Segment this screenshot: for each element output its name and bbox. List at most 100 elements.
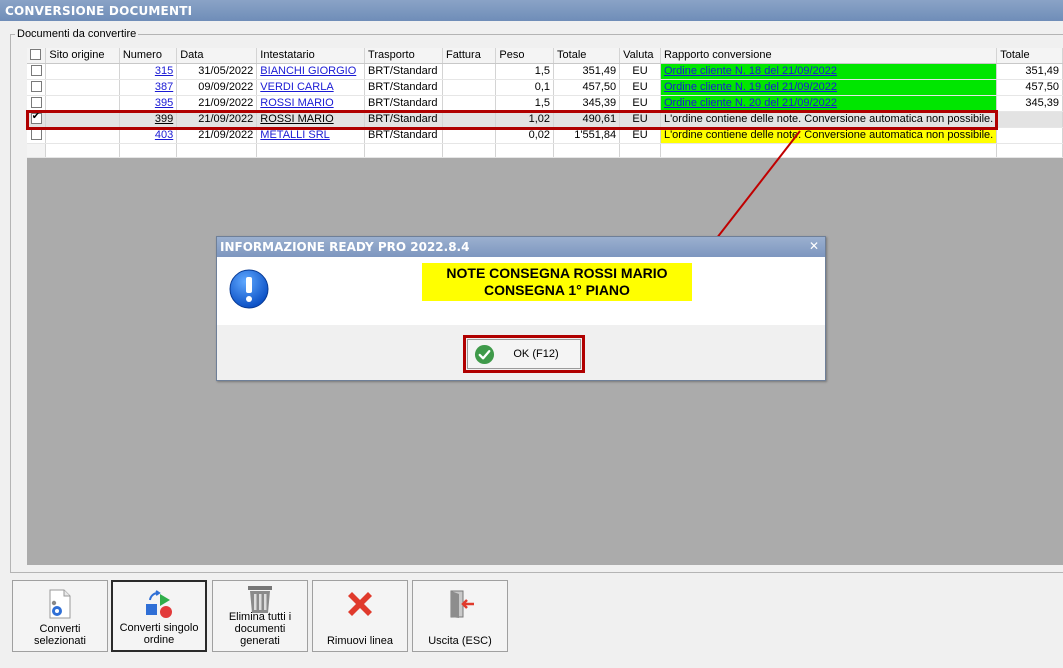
cell-rapporto[interactable]: Ordine cliente N. 20 del 21/09/2022	[660, 95, 998, 112]
empty-row-cell	[660, 143, 998, 158]
header-valuta[interactable]: Valuta	[619, 48, 661, 64]
cell-sito	[45, 79, 120, 96]
empty-row-cell	[364, 143, 443, 158]
intestatario-link[interactable]: VERDI CARLA	[260, 81, 333, 93]
intestatario-link[interactable]: ROSSI MARIO	[260, 97, 333, 109]
uscita-button[interactable]: Uscita (ESC)	[412, 580, 508, 652]
cell-trasporto: BRT/Standard	[364, 63, 443, 80]
header-data[interactable]: Data	[176, 48, 258, 64]
elimina-tutti-button[interactable]: Elimina tutti i documenti generati	[212, 580, 308, 652]
row-checkbox-cell[interactable]	[27, 79, 47, 96]
empty-row-cell	[119, 143, 178, 158]
row-checkbox[interactable]	[30, 129, 42, 140]
exit-door-icon	[450, 590, 474, 618]
cell-rapporto[interactable]: Ordine cliente N. 18 del 21/09/2022	[660, 63, 998, 80]
cell-data: 09/09/2022	[176, 79, 258, 96]
row-checkbox[interactable]	[30, 97, 42, 108]
window-title: CONVERSIONE DOCUMENTI	[0, 0, 1063, 21]
select-all-checkbox[interactable]	[30, 49, 41, 61]
header-numero[interactable]: Numero	[119, 48, 178, 64]
converti-singolo-ordine-button[interactable]: Converti singolo ordine	[111, 580, 207, 652]
converti-selezionati-button[interactable]: Converti selezionati	[12, 580, 108, 652]
rapporto-link[interactable]: Ordine cliente N. 19 del 21/09/2022	[664, 81, 837, 93]
dialog-body: NOTE CONSEGNA ROSSI MARIO CONSEGNA 1° PI…	[217, 257, 825, 325]
empty-row-cell	[256, 143, 366, 158]
cell-rapporto[interactable]: Ordine cliente N. 19 del 21/09/2022	[660, 79, 998, 96]
header-rapporto-conversione[interactable]: Rapporto conversione	[660, 48, 998, 64]
header-fattura[interactable]: Fattura	[442, 48, 497, 64]
header-intestatario[interactable]: Intestatario	[256, 48, 366, 64]
close-icon[interactable]: ✕	[809, 239, 819, 253]
groupbox-legend: Documenti da convertire	[15, 28, 139, 40]
intestatario-link[interactable]: METALLI SRL	[260, 129, 330, 141]
cell-fattura	[442, 79, 497, 96]
empty-row-cell	[619, 143, 661, 158]
row-checkbox-cell[interactable]	[27, 63, 47, 80]
cell-valuta: EU	[619, 79, 661, 96]
header-trasporto[interactable]: Trasporto	[364, 48, 443, 64]
ok-button-label: OK (F12)	[513, 348, 559, 360]
empty-row-cell	[176, 143, 258, 158]
header-sito-origine[interactable]: Sito origine	[45, 48, 120, 64]
rapporto-link[interactable]: Ordine cliente N. 18 del 21/09/2022	[664, 65, 837, 77]
cell-trasporto: BRT/Standard	[364, 95, 443, 112]
cell-totale: 457,50	[553, 79, 621, 96]
dialog-title-bar: INFORMAZIONE READY PRO 2022.8.4 ✕	[217, 237, 825, 257]
cell-intestatario[interactable]: VERDI CARLA	[256, 79, 366, 96]
document-gear-icon	[49, 589, 71, 619]
header-totale[interactable]: Totale	[553, 48, 621, 64]
note-line-2: CONSEGNA 1° PIANO	[484, 282, 630, 298]
row-checkbox[interactable]	[30, 65, 42, 76]
cell-peso: 0,1	[495, 79, 555, 96]
empty-row-cell	[27, 143, 47, 158]
note-message: NOTE CONSEGNA ROSSI MARIO CONSEGNA 1° PI…	[422, 263, 692, 301]
info-dialog: INFORMAZIONE READY PRO 2022.8.4 ✕ NOTE C…	[216, 236, 826, 381]
note-line-1: NOTE CONSEGNA ROSSI MARIO	[446, 265, 668, 281]
cell-totale: 351,49	[553, 63, 621, 80]
cell-numero[interactable]: 387	[119, 79, 178, 96]
numero-link[interactable]: 395	[155, 97, 173, 109]
red-x-icon	[348, 592, 372, 616]
header-totale-2[interactable]: Totale	[996, 48, 1063, 64]
ok-button[interactable]: OK (F12)	[467, 339, 581, 369]
converti-selezionati-label: Converti selezionati	[34, 623, 86, 647]
table-row[interactable]: 395 21/09/2022 ROSSI MARIO BRT/Standard …	[27, 95, 1063, 112]
cell-trasporto: BRT/Standard	[364, 79, 443, 96]
check-circle-icon	[474, 344, 495, 365]
rapporto-link[interactable]: Ordine cliente N. 20 del 21/09/2022	[664, 97, 837, 109]
numero-link[interactable]: 403	[155, 129, 173, 141]
rimuovi-linea-button[interactable]: Rimuovi linea	[312, 580, 408, 652]
header-select-all[interactable]	[27, 48, 47, 64]
header-peso[interactable]: Peso	[495, 48, 555, 64]
selected-row-annotation-box	[26, 110, 998, 130]
cell-totale-2: 457,50	[996, 79, 1063, 96]
dialog-title: INFORMAZIONE READY PRO 2022.8.4	[220, 240, 470, 254]
cell-sito	[45, 63, 120, 80]
numero-link[interactable]: 315	[155, 65, 173, 77]
row-checkbox-cell[interactable]	[27, 95, 47, 112]
cell-data: 31/05/2022	[176, 63, 258, 80]
table-row-empty[interactable]	[27, 143, 1063, 158]
row-checkbox[interactable]	[30, 81, 42, 92]
cell-numero[interactable]: 395	[119, 95, 178, 112]
cell-intestatario[interactable]: BIANCHI GIORGIO	[256, 63, 366, 80]
convert-shapes-icon	[146, 590, 172, 618]
cell-fattura	[442, 95, 497, 112]
cell-totale-2	[996, 127, 1063, 144]
exclamation-icon	[229, 269, 269, 309]
table-row[interactable]: 315 31/05/2022 BIANCHI GIORGIO BRT/Stand…	[27, 63, 1063, 80]
table-row[interactable]: 387 09/09/2022 VERDI CARLA BRT/Standard …	[27, 79, 1063, 96]
documents-grid: Sito origine Numero Data Intestatario Tr…	[27, 48, 1063, 158]
cell-sito	[45, 95, 120, 112]
empty-row-cell	[495, 143, 555, 158]
converti-singolo-label: Converti singolo ordine	[119, 622, 199, 646]
cell-numero[interactable]: 315	[119, 63, 178, 80]
cell-fattura	[442, 63, 497, 80]
cell-peso: 1,5	[495, 63, 555, 80]
cell-peso: 1,5	[495, 95, 555, 112]
cell-data: 21/09/2022	[176, 95, 258, 112]
cell-intestatario[interactable]: ROSSI MARIO	[256, 95, 366, 112]
rimuovi-linea-label: Rimuovi linea	[326, 635, 394, 647]
intestatario-link[interactable]: BIANCHI GIORGIO	[260, 65, 356, 77]
numero-link[interactable]: 387	[155, 81, 173, 93]
